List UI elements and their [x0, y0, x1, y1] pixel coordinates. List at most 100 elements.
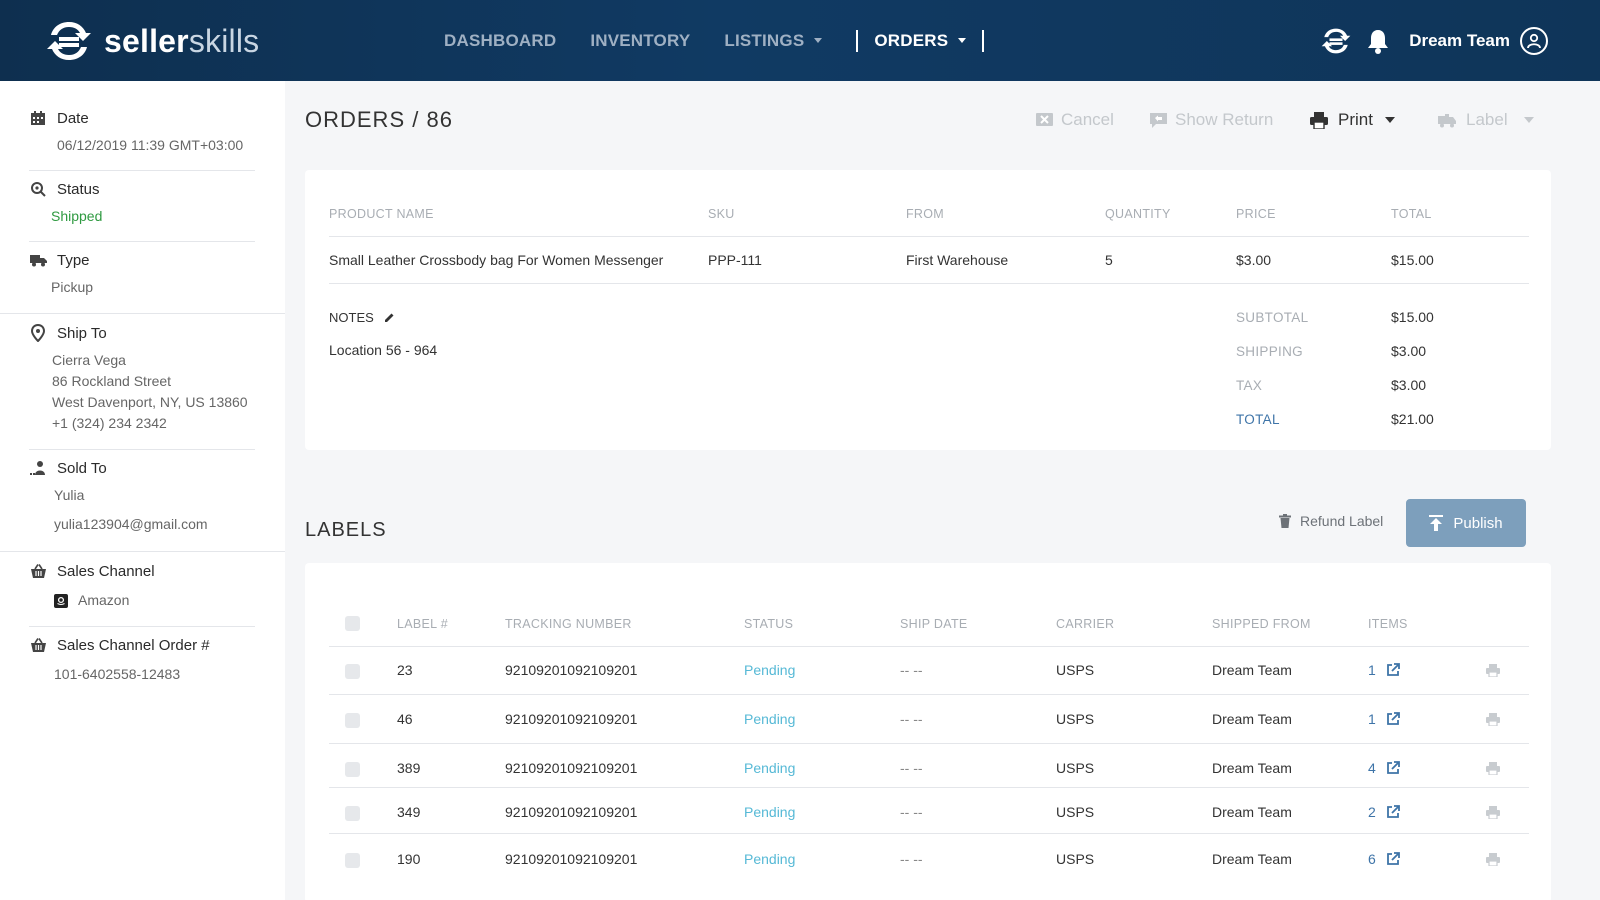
calendar-icon	[29, 109, 47, 127]
external-link-icon	[1386, 712, 1400, 725]
ship-to-section: Ship To Cierra Vega 86 Rockland Street W…	[0, 324, 285, 434]
type-section: Type Pickup	[0, 251, 285, 298]
shipping-label: SHIPPING	[1236, 344, 1303, 359]
col-total: TOTAL	[1391, 207, 1432, 221]
row-items-link[interactable]: 2	[1368, 804, 1400, 820]
upload-icon	[1429, 515, 1444, 531]
row-carrier: USPS	[1056, 711, 1095, 727]
row-status: Pending	[744, 851, 796, 867]
row-label-number: 349	[397, 804, 421, 820]
divider	[29, 626, 255, 627]
row-tracking-number: 92109201092109201	[505, 711, 638, 727]
product-quantity: 5	[1105, 252, 1113, 268]
print-icon[interactable]	[1486, 762, 1500, 780]
sales-channel-order-section: Sales Channel Order # 101-6402558-12483	[0, 636, 285, 685]
sold-to-name: Yulia	[54, 487, 85, 503]
labels-title: LABELS	[305, 519, 387, 541]
col-from: FROM	[906, 207, 944, 221]
bell-icon[interactable]	[1367, 28, 1389, 54]
row-checkbox[interactable]	[345, 762, 360, 777]
cancel-button[interactable]: Cancel	[1036, 106, 1114, 134]
print-icon	[1310, 111, 1328, 129]
product-sku: PPP-111	[708, 252, 762, 268]
date-label: Date	[57, 109, 89, 127]
date-section: Date 06/12/2019 11:39 GMT+03:00	[0, 109, 285, 156]
show-return-button[interactable]: Show Return	[1150, 106, 1273, 134]
external-link-icon	[1386, 663, 1400, 676]
nav-listings[interactable]: LISTINGS	[724, 30, 823, 51]
sales-channel-order-heading: Sales Channel Order #	[29, 636, 285, 654]
sold-to-email[interactable]: yulia123904@gmail.com	[54, 514, 285, 535]
ship-to-street: 86 Rockland Street	[52, 373, 172, 389]
row-shipped-from: Dream Team	[1212, 804, 1292, 820]
nav-inventory-label: INVENTORY	[590, 30, 691, 50]
person-icon	[29, 459, 47, 477]
nav-dashboard[interactable]: DASHBOARD	[444, 31, 556, 51]
col-quantity: QUANTITY	[1105, 207, 1171, 221]
publish-button[interactable]: Publish	[1406, 499, 1526, 547]
cancel-icon	[1036, 112, 1053, 126]
sales-channel-label: Sales Channel	[57, 562, 155, 580]
ship-to-phone: +1 (324) 234 2342	[52, 415, 167, 431]
map-pin-icon	[29, 324, 47, 342]
print-icon[interactable]	[1486, 853, 1500, 871]
divider	[0, 551, 285, 552]
type-label: Type	[57, 251, 90, 269]
row-checkbox[interactable]	[345, 713, 360, 728]
label-dropdown[interactable]: Label	[1438, 106, 1534, 134]
nav-inventory[interactable]: INVENTORY	[590, 31, 690, 51]
sync-icon[interactable]	[1321, 26, 1351, 56]
status-value: Shipped	[51, 208, 103, 224]
edit-icon[interactable]	[384, 312, 395, 323]
row-checkbox[interactable]	[345, 853, 360, 868]
product-name: Small Leather Crossbody bag For Women Me…	[329, 252, 664, 268]
nav-listings-label: LISTINGS	[724, 30, 805, 50]
divider	[329, 646, 1529, 647]
col-tracking-number: TRACKING NUMBER	[505, 617, 632, 631]
nav-active-marker	[982, 29, 985, 52]
nav-orders[interactable]: ORDERS	[874, 30, 967, 51]
brand-bold: seller	[104, 22, 189, 59]
basket-icon	[29, 562, 47, 580]
print-icon[interactable]	[1486, 664, 1500, 682]
label-label: Label	[1466, 110, 1508, 129]
print-icon[interactable]	[1486, 713, 1500, 731]
row-items-count: 6	[1368, 851, 1376, 867]
row-checkbox[interactable]	[345, 664, 360, 679]
brand-light: skills	[188, 22, 260, 59]
row-checkbox[interactable]	[345, 806, 360, 821]
user-circle-icon[interactable]	[1520, 26, 1548, 55]
print-dropdown[interactable]: Print	[1310, 106, 1395, 134]
row-tracking-number: 92109201092109201	[505, 851, 638, 867]
top-right-controls: Dream Team	[1321, 0, 1548, 81]
row-items-count: 1	[1368, 662, 1376, 678]
row-items-link[interactable]: 1	[1368, 662, 1400, 678]
select-all-checkbox[interactable]	[345, 616, 360, 631]
user-name[interactable]: Dream Team	[1409, 31, 1510, 51]
nav-dashboard-label: DASHBOARD	[444, 30, 557, 50]
notes-heading: NOTES	[329, 310, 395, 325]
show-return-label: Show Return	[1175, 110, 1274, 129]
type-value: Pickup	[51, 279, 94, 295]
row-tracking-number: 92109201092109201	[505, 760, 638, 776]
row-items-link[interactable]: 4	[1368, 760, 1400, 776]
col-shipped-from: SHIPPED FROM	[1212, 617, 1311, 631]
row-items-link[interactable]: 1	[1368, 711, 1400, 727]
nav-orders-label: ORDERS	[874, 30, 949, 50]
brand-logo[interactable]: sellerskills	[46, 18, 259, 64]
row-carrier: USPS	[1056, 851, 1095, 867]
date-value: 06/12/2019 11:39 GMT+03:00	[57, 137, 244, 153]
ship-to-heading: Ship To	[29, 324, 285, 342]
sales-channel-order-label: Sales Channel Order #	[57, 636, 210, 654]
row-status: Pending	[744, 804, 796, 820]
sync-logo-icon	[47, 22, 91, 60]
col-label-number: LABEL #	[397, 617, 448, 631]
col-carrier: CARRIER	[1056, 617, 1115, 631]
refund-label-button[interactable]: Refund Label	[1279, 513, 1383, 529]
row-items-link[interactable]: 6	[1368, 851, 1400, 867]
sales-channel-value: Amazon	[78, 592, 130, 608]
print-icon[interactable]	[1486, 806, 1500, 824]
divider	[29, 449, 255, 450]
row-status: Pending	[744, 760, 796, 776]
print-label: Print	[1338, 110, 1373, 129]
